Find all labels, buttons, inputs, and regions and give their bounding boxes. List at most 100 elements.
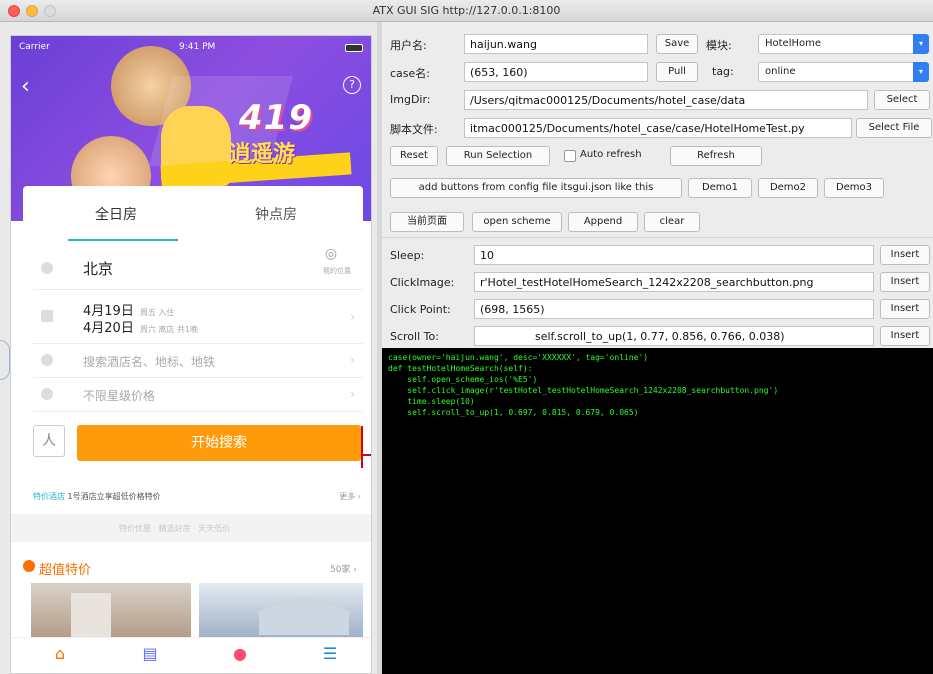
window-title: ATX GUI SIG http://127.0.0.1:8100 [372,4,561,17]
sleep-label: Sleep: [390,249,425,262]
console-line: time.sleep(10) [388,397,475,406]
battery-icon [345,44,363,52]
notice-text: 1号酒店立享超低价格特价 [67,492,161,501]
checkin-small: 周五 入住 [139,308,175,317]
current-page-button[interactable]: 当前页面 [390,212,464,232]
insert-sleep-button[interactable]: Insert [880,245,930,265]
select-button[interactable]: Select [874,90,930,110]
chevron-right-icon: › [350,353,355,367]
open-scheme-button[interactable]: open scheme [472,212,562,232]
promo-notice[interactable]: 特价酒店 1号酒店立享超低价格特价 [33,491,363,502]
refresh-button[interactable]: Refresh [670,146,762,166]
orders-icon[interactable]: ▤ [137,644,163,670]
special-more-link[interactable]: 50家 › [330,562,357,575]
keyword-row[interactable]: 搜索酒店名、地标、地铁 › [33,344,363,378]
phone-screenshot[interactable]: Carrier 9:41 PM ‹ 419 逍遥游 ? 全日房 钟点房 北京 ◎… [10,35,372,674]
home-icon[interactable]: ⌂ [47,644,73,670]
click-marker [361,426,363,468]
click-marker-h [361,454,371,456]
hotel-photo[interactable] [199,583,363,637]
bottom-navigation: ⌂ ▤ ● ☰ [11,637,371,673]
scrollto-label: Scroll To: [390,330,439,343]
hotel-photo[interactable] [31,583,191,637]
checkout-small: 周六 离店 共1晚 [139,325,199,334]
notice-highlight: 特价酒店 [33,492,65,501]
city-row[interactable]: 北京 ◎ 我的位置 [33,246,363,290]
username-input[interactable]: haijun.wang [464,34,648,54]
module-label: 模块: [706,39,732,52]
imgdir-input[interactable]: /Users/qitmac000125/Documents/hotel_case… [464,90,868,110]
script-console[interactable]: case(owner='haijun.wang', desc='XXXXXX',… [382,348,933,674]
clickimage-input[interactable]: r'Hotel_testHotelHomeSearch_1242x2208_se… [474,272,874,292]
edge-handle [0,340,10,380]
case-label: case名: [390,67,430,80]
location-icon[interactable]: ● [227,644,253,670]
insert-scrollto-button[interactable]: Insert [880,326,930,346]
demo2-button[interactable]: Demo2 [758,178,818,198]
clickpoint-input[interactable]: (698, 1565) [474,299,874,319]
save-button[interactable]: Save [656,34,698,54]
append-button[interactable]: Append [568,212,638,232]
photo-detail [259,595,349,635]
console-line: case(owner='haijun.wang', desc='XXXXXX',… [388,353,649,362]
console-line: def testHotelHomeSearch(self): [388,364,533,373]
clear-button[interactable]: clear [644,212,700,232]
username-label: 用户名: [390,39,427,52]
pin-icon [41,262,53,274]
banner-subtitle: 逍遥游 [229,142,296,167]
chevron-down-icon: ▾ [913,62,929,82]
module-select[interactable]: HotelHome ▾ [758,34,929,54]
scrollto-input[interactable]: self.scroll_to_up(1, 0.77, 0.856, 0.766,… [474,326,874,346]
tab-underline [68,239,178,241]
console-line: self.open_scheme_ios('%E5') [388,375,538,384]
special-offer-icon [23,560,35,572]
search-icon [41,354,53,366]
divider [382,237,933,238]
clickpoint-label: Click Point: [390,303,451,316]
insert-clickimage-button[interactable]: Insert [880,272,930,292]
status-time: 9:41 PM [179,42,216,52]
price-placeholder: 不限星级价格 [83,389,156,403]
chevron-right-icon: › [350,310,355,324]
start-search-button[interactable]: 开始搜索 [77,425,361,461]
auto-refresh-label: Auto refresh [580,149,642,160]
calendar-icon [41,310,53,322]
tag-value: online [765,66,796,77]
notice-more-link[interactable]: 更多 › [339,491,361,502]
pull-button[interactable]: Pull [656,62,698,82]
price-row[interactable]: 不限星级价格 › [33,378,363,412]
clickimage-label: ClickImage: [390,276,455,289]
account-icon[interactable]: ☰ [317,644,343,670]
star-icon [41,388,53,400]
back-icon[interactable]: ‹ [21,74,30,99]
reset-button[interactable]: Reset [390,146,438,166]
tag-select[interactable]: online ▾ [758,62,929,82]
tab-full-day[interactable]: 全日房 [95,204,137,224]
chevron-down-icon: ▾ [913,34,929,54]
info-bar: 特价优惠 · 精选好房 · 天天低价 [11,514,371,542]
status-carrier: Carrier [19,42,50,52]
tab-hourly[interactable]: 钟点房 [255,204,297,224]
script-label: 脚本文件: [390,123,438,136]
date-row[interactable]: 4月19日 周五 入住 4月20日 周六 离店 共1晚 › [33,294,363,344]
help-icon[interactable]: ? [343,76,361,94]
demo3-button[interactable]: Demo3 [824,178,884,198]
auto-refresh-checkbox[interactable] [564,150,576,162]
case-input[interactable]: (653, 160) [464,62,648,82]
config-buttons-button[interactable]: add buttons from config file itsgui.json… [390,178,682,198]
banner-title: 419 [239,98,313,138]
window-titlebar: ATX GUI SIG http://127.0.0.1:8100 [0,0,933,22]
city-value: 北京 [83,260,114,278]
demo1-button[interactable]: Demo1 [688,178,752,198]
insert-clickpoint-button[interactable]: Insert [880,299,930,319]
script-input[interactable]: itmac000125/Documents/hotel_case/case/Ho… [464,118,852,138]
chevron-right-icon: › [350,387,355,401]
room-type-tabs: 全日房 钟点房 [23,186,363,246]
imgdir-label: ImgDir: [390,93,431,106]
person-icon[interactable]: 人 [33,425,65,457]
locate-label: 我的位置 [323,267,351,275]
sleep-input[interactable]: 10 [474,245,874,265]
select-file-button[interactable]: Select File [856,118,932,138]
photo-detail [71,593,111,637]
run-selection-button[interactable]: Run Selection [446,146,550,166]
